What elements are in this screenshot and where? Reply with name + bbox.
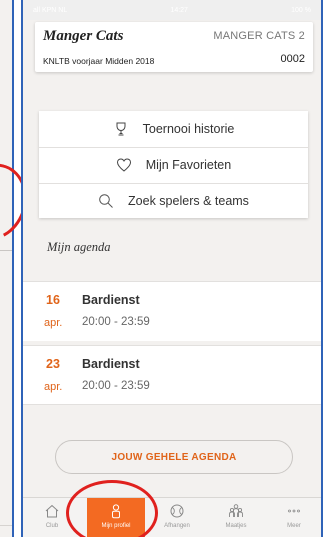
trophy-icon xyxy=(116,122,126,135)
search-icon xyxy=(99,194,113,208)
link-label: Toernooi historie xyxy=(142,121,235,136)
agenda-time: 20:00 - 23:59 xyxy=(82,316,150,328)
carrier-label: all KPN NL xyxy=(33,6,68,14)
link-label: Zoek spelers & teams xyxy=(128,194,249,208)
phone-screen: all KPN NL 14:27 100 % Manger Cats MANGE… xyxy=(21,0,323,537)
tab-label: Club xyxy=(45,523,59,529)
agenda-item[interactable]: 16 apr. Bardienst 20:00 - 23:59 xyxy=(23,281,321,341)
battery-label: 100 % xyxy=(291,6,311,14)
tab-more[interactable]: Meer xyxy=(269,498,319,537)
tennis-ball-icon xyxy=(170,504,184,518)
background-app-edge xyxy=(0,0,14,537)
tab-label: Maatjes xyxy=(225,523,247,529)
team-code: MANGER CATS 2 xyxy=(213,30,305,42)
team-number: 0002 xyxy=(280,53,305,65)
favorites-link[interactable]: Mijn Favorieten xyxy=(39,147,308,182)
screenshot-canvas: all KPN NL 14:27 100 % Manger Cats MANGE… xyxy=(0,0,324,537)
friends-icon xyxy=(229,504,243,517)
more-icon xyxy=(288,509,300,513)
heart-icon xyxy=(116,158,131,172)
agenda-title: Bardienst xyxy=(82,357,140,371)
agenda-heading: Mijn agenda xyxy=(47,240,111,254)
search-players-link[interactable]: Zoek spelers & teams xyxy=(39,183,308,218)
agenda-day: 16 xyxy=(46,293,60,307)
tab-booking[interactable]: Afhangen xyxy=(151,498,203,537)
team-name: Manger Cats xyxy=(43,28,124,44)
team-competition: KNLTB voorjaar Midden 2018 xyxy=(43,56,155,66)
tab-label: Meer xyxy=(287,523,301,529)
agenda-title: Bardienst xyxy=(82,293,140,307)
full-agenda-button-label: JOUW GEHELE AGENDA xyxy=(111,451,237,463)
agenda-month: apr. xyxy=(44,381,63,393)
divider xyxy=(0,250,12,251)
clock: 14:27 xyxy=(170,6,188,14)
profile-links-card: Toernooi historie Mijn Favorieten Zoek s… xyxy=(39,111,308,218)
divider xyxy=(0,525,12,526)
tab-buddies[interactable]: Maatjes xyxy=(209,498,263,537)
agenda-month: apr. xyxy=(44,317,63,329)
team-card[interactable]: Manger Cats MANGER CATS 2 KNLTB voorjaar… xyxy=(35,22,313,72)
tournament-history-link[interactable]: Toernooi historie xyxy=(39,111,308,146)
tab-label: Afhangen xyxy=(164,523,190,529)
agenda-day: 23 xyxy=(46,357,60,371)
home-icon xyxy=(45,504,59,518)
status-bar: all KPN NL 14:27 100 % xyxy=(23,0,321,20)
agenda-item[interactable]: 23 apr. Bardienst 20:00 - 23:59 xyxy=(23,345,321,405)
agenda-time: 20:00 - 23:59 xyxy=(82,380,150,392)
link-label: Mijn Favorieten xyxy=(145,158,232,172)
full-agenda-button[interactable]: JOUW GEHELE AGENDA xyxy=(55,440,293,474)
annotation-circle-profile-tab xyxy=(66,480,158,537)
